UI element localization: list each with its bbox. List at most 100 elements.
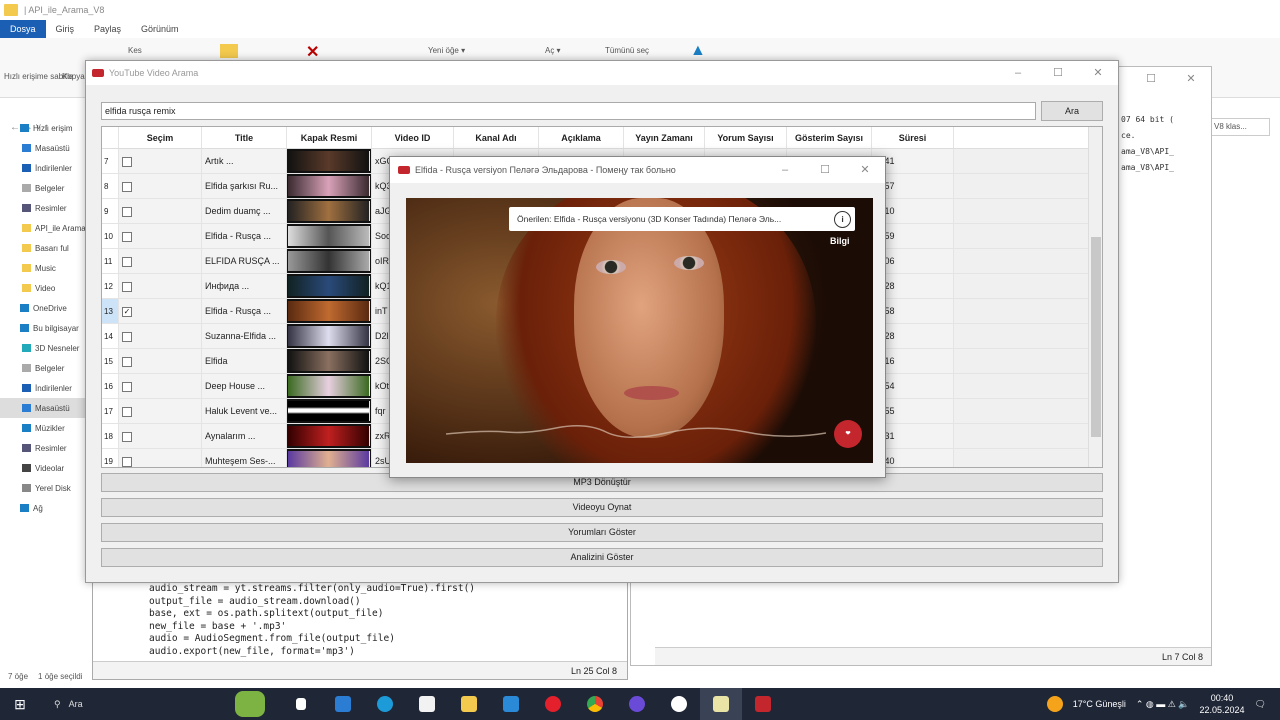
taskbar-search[interactable]: ⚲ Ara — [40, 688, 220, 720]
column-header[interactable]: Title — [202, 127, 287, 148]
title-cell[interactable]: ELFIDA RUSÇA ... — [202, 249, 287, 273]
tab-view[interactable]: Görünüm — [131, 24, 189, 34]
python-app-icon[interactable] — [742, 688, 784, 720]
play-video-button[interactable]: Videoyu Oynat — [101, 498, 1103, 517]
select-cell[interactable] — [119, 374, 202, 398]
nav-item[interactable]: OneDrive — [0, 298, 92, 318]
title-cell[interactable]: Dedim duamç ... — [202, 199, 287, 223]
weather-text[interactable]: 17°C Güneşli — [1073, 699, 1126, 709]
nav-item[interactable]: İndirilenler — [0, 158, 92, 178]
select-cell[interactable]: ✓ — [119, 299, 202, 323]
column-header[interactable]: Yorum Sayısı — [705, 127, 787, 148]
nav-item[interactable]: Hızlı erişim — [0, 118, 92, 138]
close-button[interactable]: ✕ — [845, 158, 885, 182]
column-header[interactable]: Açıklama — [539, 127, 624, 148]
select-checkbox[interactable] — [122, 281, 132, 292]
todo-icon[interactable] — [322, 688, 364, 720]
nav-item[interactable]: Masaüstü — [0, 398, 92, 418]
code-editor[interactable]: audio_stream = yt.streams.filter(only_au… — [149, 583, 475, 658]
nav-item[interactable]: Resimler — [0, 198, 92, 218]
nav-item[interactable]: Resimler — [0, 438, 92, 458]
nav-item[interactable]: API_ile Arama — [0, 218, 92, 238]
nav-item[interactable]: Müzikler — [0, 418, 92, 438]
nav-item[interactable]: Videolar — [0, 458, 92, 478]
start-button[interactable]: ⊞ — [0, 688, 40, 720]
suggested-video-banner[interactable]: Önerilen: Elfida - Rusça versiyonu (3D K… — [509, 207, 855, 231]
explorer-search-input[interactable]: V8 klas... — [1210, 118, 1270, 136]
clock[interactable]: 00:40 22.05.2024 — [1200, 692, 1245, 716]
move-icon[interactable] — [220, 44, 238, 58]
search-input[interactable]: elfida rusça remix — [101, 102, 1036, 120]
select-checkbox[interactable] — [122, 381, 132, 392]
select-cell[interactable] — [119, 349, 202, 373]
nav-item[interactable]: 3D Nesneler — [0, 338, 92, 358]
select-checkbox[interactable] — [122, 156, 132, 167]
nav-item[interactable]: Bu bilgisayar — [0, 318, 92, 338]
close-button[interactable]: ✕ — [1078, 61, 1118, 85]
nav-item[interactable]: Yerel Disk — [0, 478, 92, 498]
cut-button[interactable]: Kes — [128, 46, 142, 55]
open-button[interactable]: Aç ▾ — [545, 46, 561, 55]
info-icon[interactable]: i — [834, 210, 851, 228]
nav-item[interactable]: Ağ — [0, 498, 92, 518]
column-header[interactable]: Gösterim Sayısı — [787, 127, 872, 148]
nav-item[interactable]: Belgeler — [0, 358, 92, 378]
thumbnail-cell[interactable] — [287, 149, 372, 173]
vertical-scrollbar[interactable] — [1088, 127, 1102, 467]
opera-icon[interactable] — [532, 688, 574, 720]
select-checkbox[interactable] — [122, 206, 132, 217]
delete-icon[interactable]: ✕ — [306, 42, 319, 62]
close-icon[interactable]: ✕ — [1171, 67, 1211, 91]
select-checkbox[interactable] — [122, 256, 132, 267]
thumbnail-cell[interactable] — [287, 249, 372, 273]
github-icon[interactable] — [658, 688, 700, 720]
app-icon[interactable] — [616, 688, 658, 720]
column-header[interactable]: Kapak Resmi — [287, 127, 372, 148]
thumbnail-cell[interactable] — [287, 449, 372, 467]
title-cell[interactable]: Haluk Levent ve... — [202, 399, 287, 423]
thumbnail-cell[interactable] — [287, 174, 372, 198]
right-editor-code[interactable]: 07 64 bit (ce. ama_V8\API_ ama_V8\API_ — [1121, 112, 1174, 176]
title-cell[interactable]: Aynalarım ... — [202, 424, 287, 448]
thumbnail-cell[interactable] — [287, 349, 372, 373]
thumbnail-cell[interactable] — [287, 274, 372, 298]
nav-item[interactable]: Music — [0, 258, 92, 278]
task-view-icon[interactable] — [280, 688, 322, 720]
select-cell[interactable] — [119, 224, 202, 248]
select-cell[interactable] — [119, 274, 202, 298]
scrollbar-thumb[interactable] — [1091, 237, 1101, 437]
thumbnail-cell[interactable] — [287, 299, 372, 323]
show-comments-button[interactable]: Yorumları Göster — [101, 523, 1103, 542]
nav-item[interactable]: Basarı ful — [0, 238, 92, 258]
nav-item[interactable]: Belgeler — [0, 178, 92, 198]
title-cell[interactable]: Artık ... — [202, 149, 287, 173]
column-header[interactable]: Kanal Adı — [454, 127, 539, 148]
select-cell[interactable] — [119, 399, 202, 423]
new-item-button[interactable]: Yeni öğe ▾ — [428, 46, 465, 55]
weather-icon[interactable] — [1046, 696, 1063, 712]
maximize-button[interactable]: ☐ — [805, 158, 845, 182]
select-checkbox[interactable] — [122, 356, 132, 367]
select-checkbox[interactable] — [122, 331, 132, 342]
nav-item[interactable]: Masaüstü — [0, 138, 92, 158]
column-header[interactable]: Süresi — [872, 127, 954, 148]
tab-home[interactable]: Giriş — [46, 24, 85, 34]
maximize-icon[interactable]: ☐ — [1131, 67, 1171, 91]
select-checkbox[interactable] — [122, 431, 132, 442]
title-cell[interactable]: Elfida şarkısı Ru... — [202, 174, 287, 198]
column-header[interactable]: Seçim — [119, 127, 202, 148]
title-cell[interactable]: Suzanna-Elfida ... — [202, 324, 287, 348]
select-checkbox[interactable] — [122, 231, 132, 242]
select-checkbox[interactable]: ✓ — [122, 306, 132, 317]
select-cell[interactable] — [119, 149, 202, 173]
tab-share[interactable]: Paylaş — [84, 24, 131, 34]
minimize-button[interactable]: – — [765, 158, 805, 182]
select-checkbox[interactable] — [122, 406, 132, 417]
nav-item[interactable]: Video — [0, 278, 92, 298]
select-all-button[interactable]: Tümünü seç — [605, 46, 649, 55]
select-cell[interactable] — [119, 199, 202, 223]
mail-icon[interactable] — [490, 688, 532, 720]
chrome-icon[interactable] — [574, 688, 616, 720]
select-cell[interactable] — [119, 424, 202, 448]
thumbnail-cell[interactable] — [287, 224, 372, 248]
